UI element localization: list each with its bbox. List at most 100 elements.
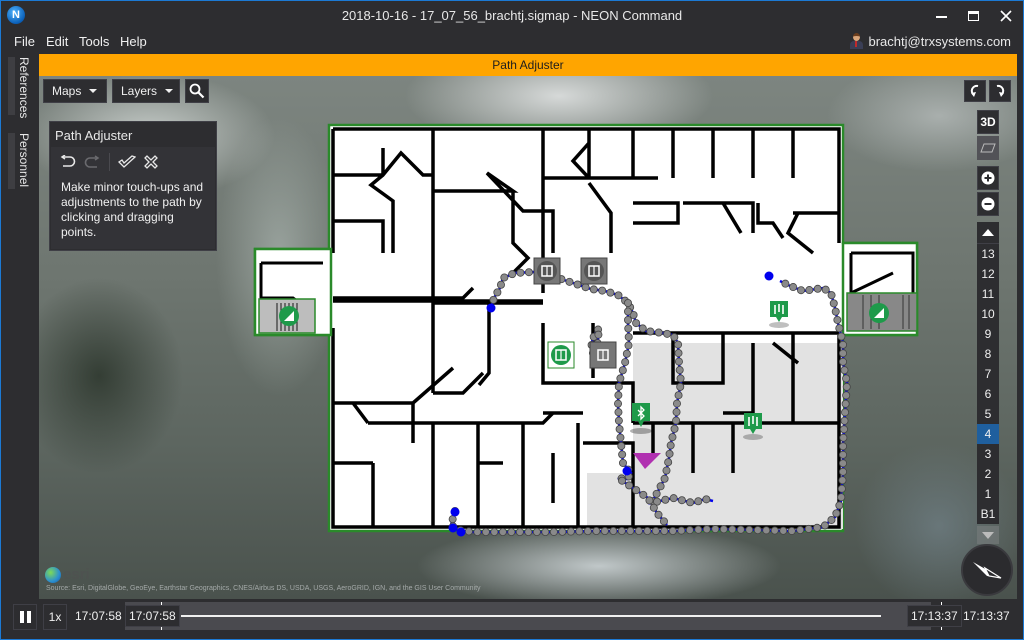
path-point[interactable] [541, 527, 550, 536]
path-point[interactable] [842, 374, 851, 383]
path-point[interactable] [666, 441, 675, 450]
path-point[interactable] [652, 489, 661, 498]
path-point[interactable] [662, 466, 671, 475]
path-point[interactable] [621, 358, 630, 367]
path-point[interactable] [632, 486, 641, 495]
path-point[interactable] [832, 509, 841, 518]
path-point[interactable] [837, 493, 846, 502]
path-point[interactable] [594, 330, 603, 339]
path-point[interactable] [516, 268, 525, 277]
path-point[interactable] [606, 288, 615, 297]
path-point[interactable] [728, 525, 737, 534]
path-point[interactable] [804, 524, 813, 533]
floor-down-button[interactable] [977, 526, 999, 544]
path-point[interactable] [838, 476, 847, 485]
path-point[interactable] [549, 527, 558, 536]
anchor-point[interactable] [622, 466, 632, 476]
timeline-track[interactable]: 17:07:58 17:13:37 [125, 602, 962, 630]
path-point[interactable] [600, 526, 609, 535]
floor-item-5[interactable]: 5 [977, 404, 999, 424]
path-point[interactable] [565, 277, 574, 286]
elevator-marker[interactable] [580, 257, 608, 285]
path-point[interactable] [779, 526, 788, 535]
path-point[interactable] [661, 495, 670, 504]
path-point[interactable] [617, 526, 626, 535]
path-point[interactable] [625, 481, 634, 490]
path-point[interactable] [646, 327, 655, 336]
anchor-point[interactable] [764, 271, 774, 281]
path-point[interactable] [618, 476, 627, 485]
map-view[interactable]: Maps Layers Path Adjuster Make minor tou… [39, 76, 1017, 599]
path-point[interactable] [672, 408, 681, 417]
floor-item-13[interactable]: 13 [977, 244, 999, 264]
path-point[interactable] [624, 332, 633, 341]
path-point[interactable] [614, 416, 623, 425]
path-point[interactable] [674, 340, 683, 349]
path-point[interactable] [781, 279, 790, 288]
path-point[interactable] [623, 315, 632, 324]
path-point[interactable] [839, 459, 848, 468]
path-point[interactable] [489, 295, 498, 304]
path-point[interactable] [694, 497, 703, 506]
close-button[interactable] [994, 5, 1018, 27]
floor-item-8[interactable]: 8 [977, 344, 999, 364]
path-point[interactable] [615, 425, 624, 434]
path-point[interactable] [493, 288, 502, 297]
path-point[interactable] [833, 315, 842, 324]
path-point[interactable] [656, 482, 665, 491]
path-point[interactable] [827, 515, 836, 524]
range-start-handle[interactable]: 17:07:58 [125, 605, 180, 627]
path-point[interactable] [664, 458, 673, 467]
path-point[interactable] [694, 525, 703, 534]
path-point[interactable] [789, 283, 798, 292]
path-point[interactable] [674, 349, 683, 358]
path-point[interactable] [581, 283, 590, 292]
path-point[interactable] [669, 494, 678, 503]
path-point[interactable] [573, 280, 582, 289]
path-point[interactable] [821, 285, 830, 294]
path-point[interactable] [820, 521, 829, 530]
restroom-marker[interactable] [743, 413, 763, 440]
maximize-button[interactable] [961, 5, 985, 27]
path-point[interactable] [654, 510, 663, 519]
path-point[interactable] [616, 374, 625, 383]
layers-dropdown[interactable]: Layers [112, 79, 180, 103]
path-point[interactable] [677, 526, 686, 535]
floor-item-b1[interactable]: B1 [977, 504, 999, 524]
cancel-button[interactable] [142, 153, 160, 171]
path-point[interactable] [753, 526, 762, 535]
path-point[interactable] [624, 324, 633, 333]
path-point[interactable] [583, 527, 592, 536]
accept-button[interactable] [118, 153, 136, 171]
path-point[interactable] [797, 286, 806, 295]
path-point[interactable] [490, 527, 499, 536]
path-point[interactable] [670, 424, 679, 433]
floor-item-6[interactable]: 6 [977, 384, 999, 404]
path-point[interactable] [589, 285, 598, 294]
path-point[interactable] [677, 496, 686, 505]
path-point[interactable] [702, 525, 711, 534]
compass-button[interactable] [961, 544, 1013, 596]
path-point[interactable] [668, 433, 677, 442]
path-point[interactable] [524, 268, 533, 277]
path-point[interactable] [598, 286, 607, 295]
pause-button[interactable] [13, 604, 37, 630]
path-point[interactable] [676, 382, 685, 391]
path-point[interactable] [614, 291, 623, 300]
minimize-button[interactable] [929, 5, 953, 27]
rotate-right-button[interactable] [989, 80, 1011, 102]
sidebar-tab-references[interactable]: References [7, 57, 35, 118]
path-point[interactable] [839, 467, 848, 476]
zoom-out-button[interactable] [977, 192, 999, 216]
path-point[interactable] [841, 399, 850, 408]
path-point[interactable] [524, 527, 533, 536]
path-point[interactable] [835, 324, 844, 333]
path-point[interactable] [496, 280, 505, 289]
path-point[interactable] [507, 527, 516, 536]
path-point[interactable] [827, 291, 836, 300]
path-point[interactable] [617, 442, 626, 451]
floor-item-11[interactable]: 11 [977, 284, 999, 304]
path-point[interactable] [840, 416, 849, 425]
path-point[interactable] [663, 329, 672, 338]
path-point[interactable] [842, 382, 851, 391]
